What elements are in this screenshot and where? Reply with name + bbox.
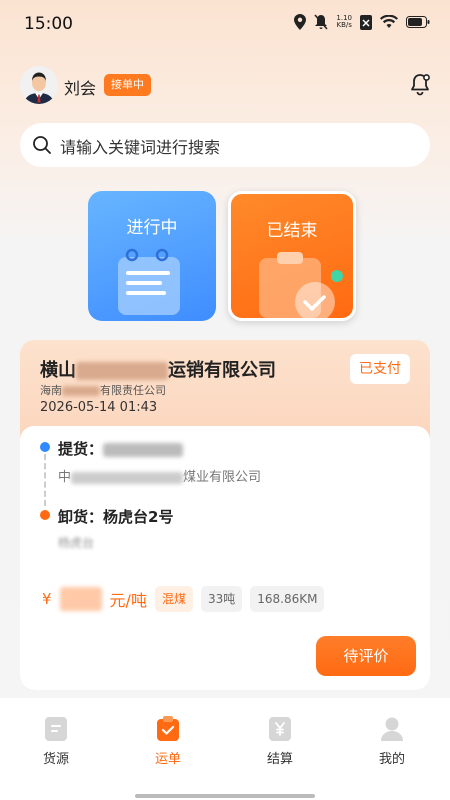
- company-subtitle-suffix: 有限责任公司: [100, 384, 166, 397]
- status-bar: 15:00 1.10 KB/s: [0, 0, 450, 48]
- filter-ongoing[interactable]: 进行中: [88, 191, 216, 321]
- sim-off-icon: [360, 14, 372, 30]
- home-indicator: [135, 794, 315, 798]
- search-bar[interactable]: 请输入关键词进行搜索: [20, 123, 430, 167]
- redacted-text: [71, 471, 184, 484]
- tag-weight: 33吨: [200, 586, 243, 612]
- user-icon: [381, 717, 403, 741]
- tab-settlement-label: 结算: [266, 752, 293, 767]
- mute-icon: [314, 14, 328, 30]
- location-icon: [294, 14, 307, 30]
- yen-document-icon: [269, 717, 291, 741]
- pay-status-badge: 已支付: [350, 354, 410, 384]
- status-time: 15:00: [24, 14, 73, 34]
- tab-supply-label: 货源: [42, 752, 69, 767]
- wifi-icon: [380, 15, 398, 28]
- bottom-tab-bar: 货源 运单 结算 我的: [0, 698, 450, 800]
- search-icon: [33, 136, 51, 154]
- company-subtitle-prefix: 海南: [40, 384, 62, 397]
- tab-supply[interactable]: 货源: [16, 716, 96, 767]
- tab-waybill[interactable]: 运单: [128, 716, 208, 767]
- redacted-text: [76, 362, 168, 380]
- clipboard-check-icon: [259, 252, 343, 318]
- company-subtitle: 海南 有限责任公司: [40, 382, 166, 398]
- company-name-suffix: 运销有限公司: [168, 360, 276, 381]
- drop-address: 杨虎台: [58, 536, 95, 550]
- status-icons: 1.10 KB/s: [294, 14, 430, 30]
- pickup-label-text: 提货：: [58, 440, 104, 458]
- drop-dot: [40, 510, 50, 520]
- notebook-icon: [118, 248, 180, 315]
- drop-label: 卸货：杨虎台2号: [58, 508, 174, 526]
- user-name: 刘会: [64, 79, 97, 98]
- order-card[interactable]: 横山 运销有限公司 海南 有限责任公司 2026-05-14 01:43 已支付 提…: [20, 340, 430, 690]
- redacted-price: [59, 587, 102, 611]
- status-badge: 接单中: [104, 74, 151, 96]
- pickup-label: 提货：: [58, 438, 184, 459]
- search-input[interactable]: 请输入关键词进行搜索: [60, 134, 220, 158]
- order-detail: 提货： 中 煤业有限公司 卸货：杨虎台2号 杨虎台 ¥ 元/吨 混煤 33吨 16…: [20, 426, 430, 690]
- battery-icon: [406, 16, 430, 28]
- clipboard-check-icon: [157, 716, 179, 741]
- tab-profile[interactable]: 我的: [352, 716, 432, 767]
- user-header: 刘会 接单中: [20, 66, 432, 106]
- pickup-dot: [40, 442, 50, 452]
- tab-profile-label: 我的: [378, 752, 405, 767]
- price-unit: 元/吨: [109, 591, 147, 610]
- filter-ended-label: 已结束: [266, 221, 318, 241]
- avatar[interactable]: [20, 66, 58, 104]
- filter-ended[interactable]: 已结束: [228, 191, 356, 321]
- order-time: 2026-05-14 01:43: [40, 400, 158, 415]
- net-speed: 1.10 KB/s: [336, 15, 352, 29]
- filter-ongoing-label: 进行中: [126, 218, 178, 238]
- route-line: [44, 454, 46, 506]
- document-icon: [45, 717, 67, 741]
- tag-distance: 168.86KM: [250, 586, 325, 612]
- net-speed-unit: KB/s: [336, 21, 352, 29]
- company-name: 横山 运销有限公司: [40, 356, 276, 382]
- pickup-address: 中 煤业有限公司: [58, 466, 261, 485]
- redacted-text: [103, 442, 184, 457]
- tag-cargo-type: 混煤: [154, 586, 193, 612]
- notification-bell-icon[interactable]: [408, 72, 432, 96]
- redacted-text: [62, 386, 100, 396]
- price-row: ¥ 元/吨 混煤 33吨 168.86KM: [42, 586, 325, 612]
- pickup-address-prefix: 中: [58, 470, 72, 485]
- company-name-prefix: 横山: [40, 360, 76, 381]
- rate-button[interactable]: 待评价: [316, 636, 416, 676]
- tab-settlement[interactable]: 结算: [240, 716, 320, 767]
- price-currency: ¥: [42, 590, 52, 608]
- tab-waybill-label: 运单: [154, 752, 181, 767]
- pickup-address-suffix: 煤业有限公司: [183, 470, 262, 485]
